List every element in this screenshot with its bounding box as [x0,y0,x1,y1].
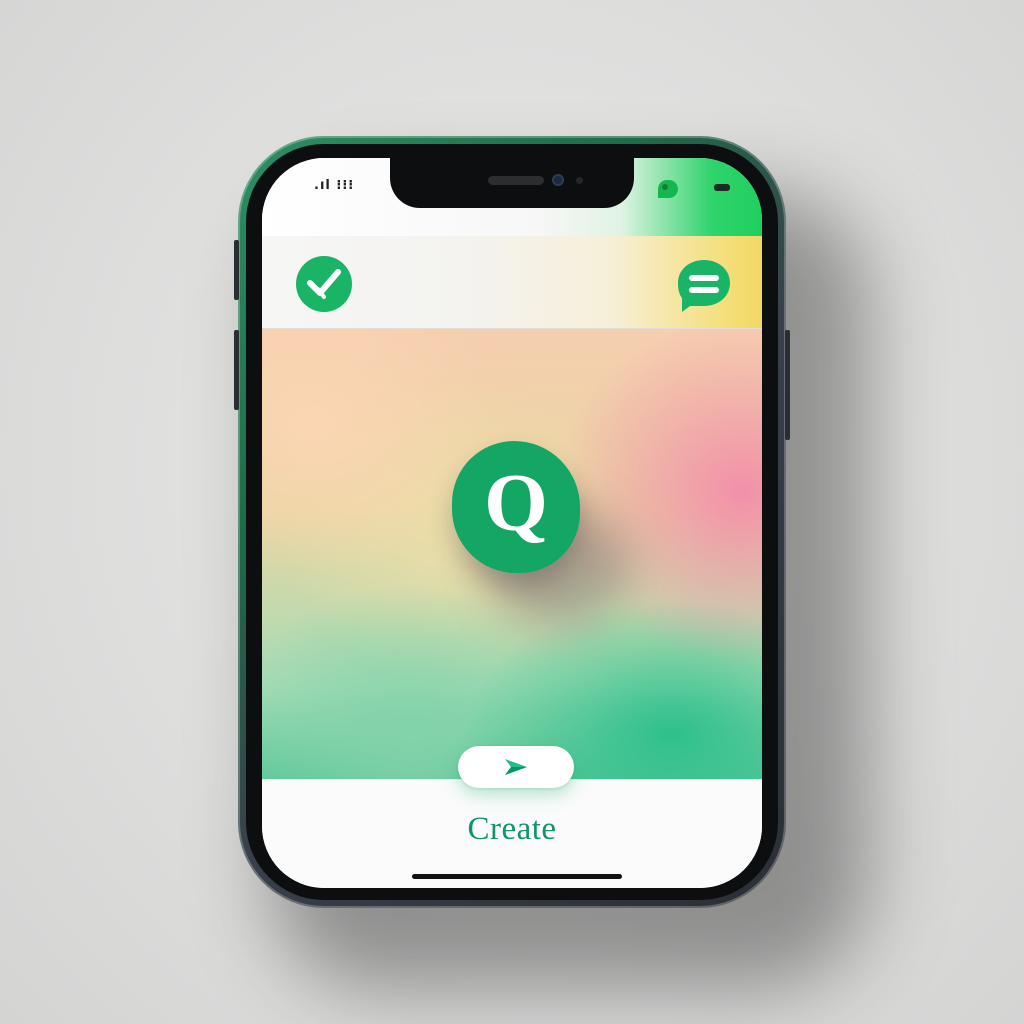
check-icon [307,269,341,299]
side-button-left-2 [234,330,239,410]
home-indicator[interactable] [412,874,622,879]
status-dot [662,184,668,190]
status-right-icons [658,178,730,202]
chat-bubble-icon [658,180,678,198]
app-logo-icon[interactable]: Q [452,441,580,573]
phone-screen: .ıl ⁝⁝⁝ Q Create [262,158,762,888]
create-label[interactable]: Create [262,811,762,848]
app-header [262,236,762,329]
play-button[interactable] [458,746,574,788]
status-signal-text: .ıl ⁝⁝⁝ [314,178,355,193]
side-button-left-1 [234,240,239,300]
check-button[interactable] [296,256,352,312]
logo-letter: Q [484,457,548,548]
sensor-dot [576,177,583,184]
stage: .ıl ⁝⁝⁝ Q Create [0,0,1024,1024]
notch [390,158,634,208]
side-button-right [785,330,790,440]
battery-icon [714,184,730,191]
camera-icon [552,174,564,186]
chat-button[interactable] [676,258,732,312]
main-content: Q [262,329,762,779]
chat-icon [678,260,730,312]
play-arrow-icon [505,759,527,775]
speaker-grille [488,176,544,185]
